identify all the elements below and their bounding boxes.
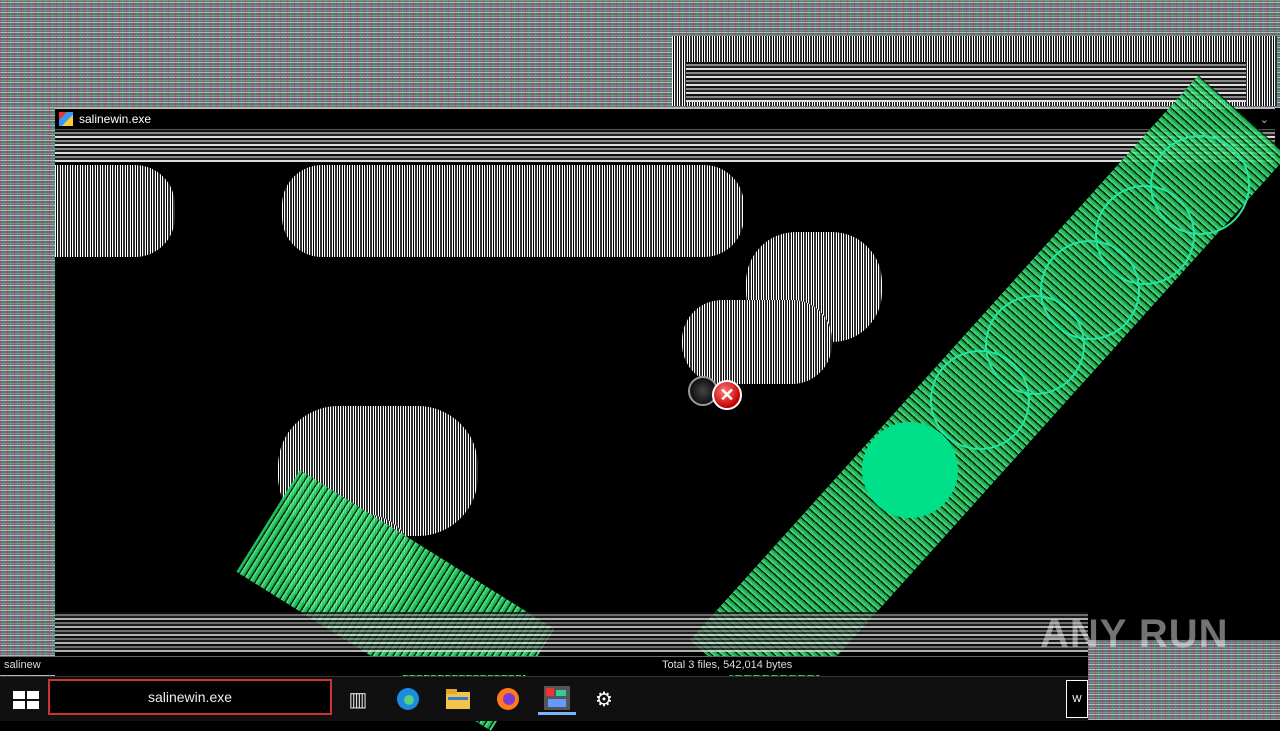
settings-gear-icon[interactable]: ⚙ [588, 683, 620, 715]
window-title-bar[interactable]: salinewin.exe ⌄ [55, 108, 1275, 130]
status-bar: salinew Total 3 files, 542,014 bytes [0, 656, 1088, 675]
file-explorer-icon[interactable] [442, 683, 474, 715]
firefox-icon[interactable] [492, 683, 524, 715]
ghost-toolbar-strip [686, 62, 1246, 102]
error-glyph: ✕ [719, 385, 735, 405]
taskbar: salinewin.exe ▥ ⚙ [0, 676, 1088, 721]
task-view-icon[interactable]: ▥ [342, 683, 374, 715]
salinewin-taskbar-icon[interactable] [538, 683, 576, 715]
error-icon[interactable]: ✕ [712, 380, 742, 410]
glitch-noise-left [0, 108, 55, 676]
salinewin-app-icon [59, 112, 73, 126]
glitch-blob-center [282, 165, 744, 257]
windows-start-icon[interactable] [4, 683, 39, 717]
glitch-bottom-strip [55, 612, 1088, 652]
status-left-text: salinew [4, 659, 41, 671]
chevron-down-icon[interactable]: ⌄ [1260, 113, 1269, 126]
tray-text: W [1072, 693, 1082, 705]
glitch-blob-left [55, 165, 175, 257]
taskbar-search-box[interactable]: salinewin.exe [48, 679, 332, 715]
bouncing-ball [862, 422, 958, 518]
ring-5 [1150, 135, 1250, 235]
glitch-toolbar-strip [55, 130, 1275, 162]
anyrun-watermark: ANY RUN [1040, 612, 1229, 656]
tray-input-indicator[interactable]: W [1066, 680, 1088, 718]
window-title: salinewin.exe [79, 112, 152, 126]
search-box-text: salinewin.exe [147, 689, 233, 705]
glitch-blob-cloud-2 [682, 300, 832, 384]
edge-icon[interactable] [392, 683, 424, 715]
status-file-summary: Total 3 files, 542,014 bytes [662, 659, 793, 671]
